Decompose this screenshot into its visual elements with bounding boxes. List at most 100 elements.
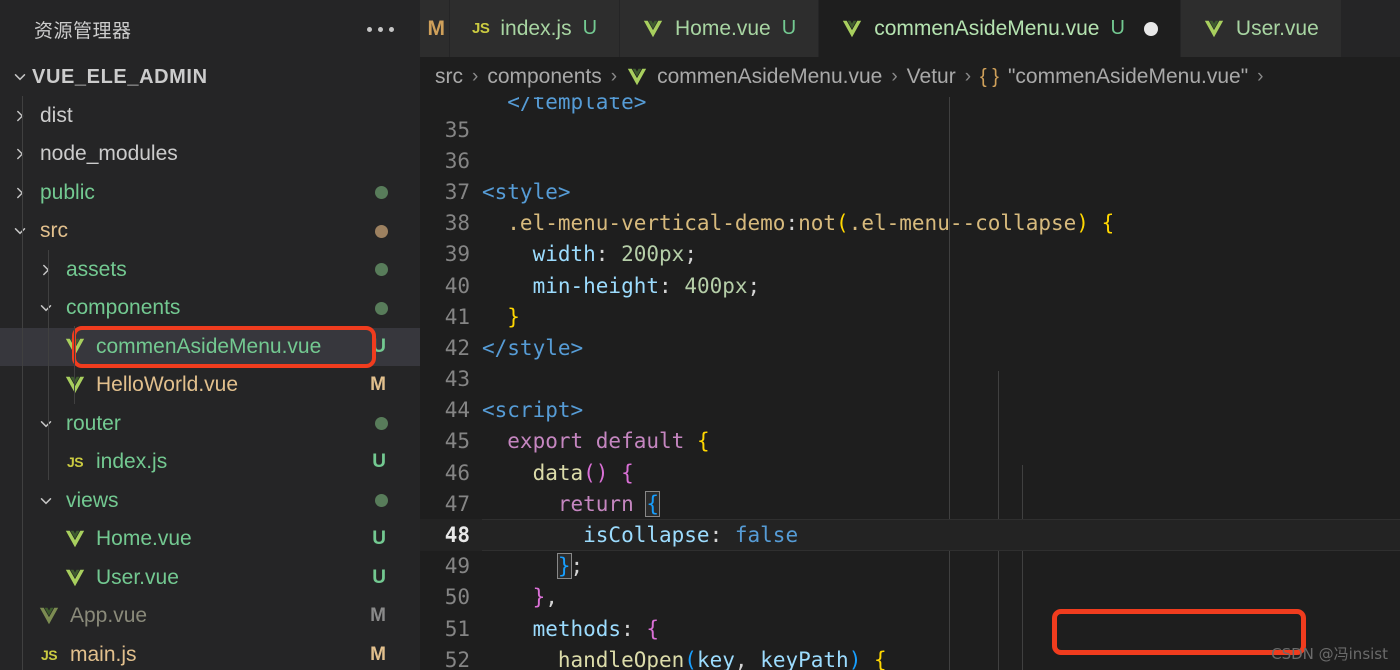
tab-partial-badge[interactable]: M: [420, 0, 450, 57]
chevron-down-icon: [34, 493, 58, 509]
tree-item[interactable]: JS index.js U: [0, 443, 420, 482]
tree-item-label: main.js: [70, 642, 137, 666]
tree-item[interactable]: components: [0, 289, 420, 328]
git-status-badge: M: [370, 605, 386, 627]
tab-label: commenAsideMenu.vue: [874, 16, 1100, 40]
line-number: 38: [444, 211, 470, 236]
vue-file-icon: [642, 18, 664, 40]
tree-item[interactable]: JS main.js M: [0, 636, 420, 670]
tree-item-label: node_modules: [40, 142, 178, 166]
git-status-badge: M: [370, 643, 386, 665]
code-line: 45 export default {: [420, 426, 1400, 457]
line-number: 52: [444, 647, 470, 670]
line-number: 44: [444, 398, 470, 423]
tab-label: User.vue: [1235, 16, 1319, 40]
line-number: 43: [444, 367, 470, 392]
tree-item-label: Home.vue: [96, 527, 192, 551]
status-dot: [375, 301, 388, 315]
tree-item-label: User.vue: [96, 565, 179, 589]
js-file-icon: JS: [40, 646, 58, 663]
vue-file-icon: [60, 567, 90, 589]
tab-label: index.js: [500, 16, 572, 40]
line-number: 50: [444, 585, 470, 610]
tree-item[interactable]: App.vue M: [0, 597, 420, 636]
tree-item-label: index.js: [96, 450, 168, 474]
code-line-text: min-height: 400px;: [482, 273, 761, 298]
editor-tab[interactable]: commenAsideMenu.vue U: [819, 0, 1181, 57]
tree-item[interactable]: router: [0, 405, 420, 444]
vscode-window: 资源管理器 VUE_ELE_ADMINdist node_modulespubli…: [0, 0, 1400, 670]
tree-item[interactable]: User.vue U: [0, 559, 420, 598]
tree-item[interactable]: views: [0, 482, 420, 521]
code-line-text: data() {: [482, 460, 634, 485]
tree-item-label: commenAsideMenu.vue: [96, 334, 322, 358]
tree-item-label: assets: [66, 257, 127, 281]
tree-item-label: router: [66, 411, 121, 435]
editor-tab-bar: M JS index.js U Home.vue UcommenAsideMenu.vue…: [420, 0, 1400, 57]
code-line: 36: [420, 145, 1400, 176]
tree-item[interactable]: dist: [0, 97, 420, 136]
code-line-text: export default {: [482, 429, 710, 454]
tree-item[interactable]: HelloWorld.vue M: [0, 366, 420, 405]
code-line: 47 return {: [420, 488, 1400, 519]
editor-tab[interactable]: JS index.js U: [450, 0, 621, 57]
code-lines: </template> 35 36 37 <style> 38 .el-menu-vert…: [420, 97, 1400, 670]
watermark: CSDN @冯insist: [1271, 645, 1388, 663]
breadcrumb-item[interactable]: commenAsideMenu.vue: [623, 65, 885, 89]
tree-root-label: VUE_ELE_ADMIN: [32, 65, 208, 88]
tree-item-label: src: [40, 219, 68, 243]
tab-status-badge: U: [582, 17, 598, 39]
line-number: 36: [444, 148, 470, 173]
tree-item[interactable]: Home.vue U: [0, 520, 420, 559]
code-line-text: }: [507, 304, 520, 329]
code-line: 44 <script>: [420, 395, 1400, 426]
breadcrumb-separator: ›: [964, 66, 972, 87]
code-line: 52 handleOpen(key, keyPath) {: [420, 644, 1400, 670]
status-dot: [375, 417, 388, 431]
code-line-text: },: [532, 585, 558, 610]
line-number: 42: [444, 335, 470, 360]
code-line-text: <script>: [482, 398, 584, 423]
breadcrumb-item[interactable]: components: [484, 65, 604, 89]
tree-item-label: public: [40, 180, 95, 204]
editor-tab[interactable]: User.vue: [1180, 0, 1342, 57]
code-line: 49 };: [420, 551, 1400, 582]
tree-item[interactable]: commenAsideMenu.vue U: [0, 327, 420, 366]
tree-root[interactable]: VUE_ELE_ADMIN: [0, 58, 420, 97]
explorer-header: 资源管理器: [0, 0, 420, 58]
code-editor[interactable]: </template> 35 36 37 <style> 38 .el-menu-vert…: [420, 97, 1400, 670]
tree-item-label: HelloWorld.vue: [96, 373, 239, 397]
chevron-right-icon: [34, 262, 58, 278]
tree-item[interactable]: public: [0, 174, 420, 213]
breadcrumb-separator: ›: [891, 66, 898, 87]
breadcrumb-item[interactable]: { } "commenAsideMenu.vue": [977, 65, 1251, 89]
breadcrumb-label: Vetur: [906, 65, 956, 88]
line-number: 48: [444, 523, 470, 548]
line-number: 37: [444, 179, 470, 204]
explorer-title: 资源管理器: [34, 19, 132, 42]
code-line: 51 methods: {: [420, 613, 1400, 644]
tree-item[interactable]: node_modules: [0, 135, 420, 174]
breadcrumb-item[interactable]: src: [432, 65, 466, 89]
breadcrumb: src › components › commenAsideMenu.vue › Vetur…: [420, 57, 1400, 97]
status-dot: [375, 224, 388, 238]
indent-guide: [48, 250, 49, 480]
line-number: 45: [444, 429, 470, 454]
breadcrumb-label: components: [487, 65, 602, 88]
chevron-right-icon: [8, 108, 32, 124]
breadcrumb-item[interactable]: Vetur: [904, 65, 959, 89]
git-status-badge: M: [370, 374, 386, 396]
tree-item[interactable]: assets: [0, 251, 420, 290]
more-actions-icon[interactable]: [365, 21, 396, 38]
vue-file-icon: [1203, 18, 1225, 40]
code-line-text: methods: {: [482, 616, 660, 641]
tab-dirty-indicator[interactable]: [1143, 21, 1158, 36]
code-line-text: </style>: [482, 335, 584, 360]
line-number: 40: [444, 273, 470, 298]
indent-guide: [22, 96, 23, 670]
git-status-badge: U: [372, 451, 386, 473]
file-tree: VUE_ELE_ADMINdist node_modulespublic src as…: [0, 58, 420, 670]
chevron-down-icon: [34, 300, 58, 316]
tree-item[interactable]: src: [0, 212, 420, 251]
editor-tab[interactable]: Home.vue U: [620, 0, 820, 57]
